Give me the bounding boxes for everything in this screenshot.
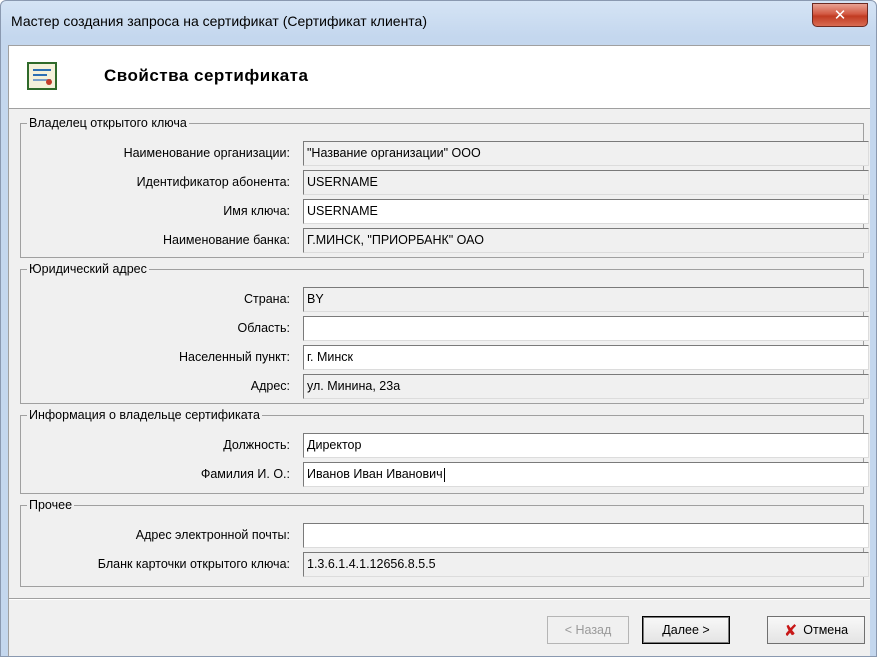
group-certificate-holder: Информация о владельце сертификата Должн… bbox=[20, 408, 869, 494]
row-region: Область: bbox=[21, 316, 869, 342]
group-legend: Прочее bbox=[29, 498, 73, 512]
close-icon: ✕ bbox=[833, 6, 847, 24]
bank-name-label: Наименование банка: bbox=[162, 233, 290, 247]
subscriber-id-field[interactable]: USERNAME bbox=[303, 170, 869, 195]
row-full-name: Фамилия И. О.: Иванов Иван Иванович bbox=[21, 462, 869, 488]
position-input[interactable]: Директор bbox=[303, 433, 869, 458]
group-legal-address: Юридический адрес Страна: BY Область: На… bbox=[20, 262, 869, 404]
cancel-button[interactable]: ✘ Отмена bbox=[767, 616, 865, 644]
row-org-name: Наименование организации: "Название орга… bbox=[21, 141, 869, 167]
row-key-card-form: Бланк карточки открытого ключа: 1.3.6.1.… bbox=[21, 552, 869, 578]
group-other: Прочее Адрес электронной почты: Бланк ка… bbox=[20, 498, 869, 587]
next-button[interactable]: Далее > bbox=[642, 616, 730, 644]
key-card-form-field[interactable]: 1.3.6.1.4.1.12656.8.5.5 bbox=[303, 552, 869, 577]
org-name-label: Наименование организации: bbox=[123, 146, 290, 160]
window-title: Мастер создания запроса на сертификат (С… bbox=[11, 13, 428, 29]
country-field[interactable]: BY bbox=[303, 287, 869, 312]
dialog-window: Мастер создания запроса на сертификат (С… bbox=[0, 0, 877, 657]
row-email: Адрес электронной почты: bbox=[21, 523, 869, 549]
locality-label: Населенный пункт: bbox=[179, 350, 290, 364]
street-address-field[interactable]: ул. Минина, 23а bbox=[303, 374, 869, 399]
group-legend: Юридический адрес bbox=[29, 262, 147, 276]
group-legend: Владелец открытого ключа bbox=[29, 116, 187, 130]
cancel-x-icon: ✘ bbox=[783, 620, 798, 640]
row-subscriber-id: Идентификатор абонента: USERNAME bbox=[21, 170, 869, 196]
page-title: Свойства сертификата bbox=[104, 66, 309, 85]
position-label: Должность: bbox=[223, 438, 290, 452]
row-bank-name: Наименование банка: Г.МИНСК, "ПРИОРБАНК"… bbox=[21, 228, 869, 254]
title-bar[interactable]: Мастер создания запроса на сертификат (С… bbox=[1, 1, 876, 41]
key-card-form-label: Бланк карточки открытого ключа: bbox=[97, 557, 290, 571]
wizard-header: Свойства сертификата bbox=[9, 46, 870, 109]
row-locality: Населенный пункт: г. Минск bbox=[21, 345, 869, 371]
cancel-button-label: Отмена bbox=[803, 623, 849, 637]
key-name-input[interactable]: USERNAME bbox=[303, 199, 869, 224]
dialog-client-area: Свойства сертификата Владелец открытого … bbox=[8, 45, 870, 656]
street-address-label: Адрес: bbox=[250, 379, 290, 393]
region-input[interactable] bbox=[303, 316, 869, 341]
button-separator bbox=[9, 598, 870, 600]
row-position: Должность: Директор bbox=[21, 433, 869, 459]
row-street-address: Адрес: ул. Минина, 23а bbox=[21, 374, 869, 400]
group-legend: Информация о владельце сертификата bbox=[29, 408, 260, 422]
group-key-owner: Владелец открытого ключа Наименование ор… bbox=[20, 116, 869, 258]
full-name-text: Иванов Иван Иванович bbox=[307, 467, 443, 481]
full-name-label: Фамилия И. О.: bbox=[200, 467, 290, 481]
region-label: Область: bbox=[237, 321, 290, 335]
email-input[interactable] bbox=[303, 523, 869, 548]
bank-name-field[interactable]: Г.МИНСК, "ПРИОРБАНК" ОАО bbox=[303, 228, 869, 253]
row-key-name: Имя ключа: USERNAME bbox=[21, 199, 869, 225]
full-name-input[interactable]: Иванов Иван Иванович bbox=[303, 462, 869, 487]
text-caret bbox=[443, 467, 445, 482]
org-name-field[interactable]: "Название организации" ООО bbox=[303, 141, 869, 166]
certificate-icon bbox=[27, 62, 57, 90]
back-button[interactable]: < Назад bbox=[547, 616, 629, 644]
key-name-label: Имя ключа: bbox=[223, 204, 290, 218]
close-button[interactable]: ✕ bbox=[812, 3, 868, 27]
country-label: Страна: bbox=[244, 292, 290, 306]
locality-input[interactable]: г. Минск bbox=[303, 345, 869, 370]
subscriber-id-label: Идентификатор абонента: bbox=[136, 175, 290, 189]
row-country: Страна: BY bbox=[21, 287, 869, 313]
email-label: Адрес электронной почты: bbox=[135, 528, 290, 542]
